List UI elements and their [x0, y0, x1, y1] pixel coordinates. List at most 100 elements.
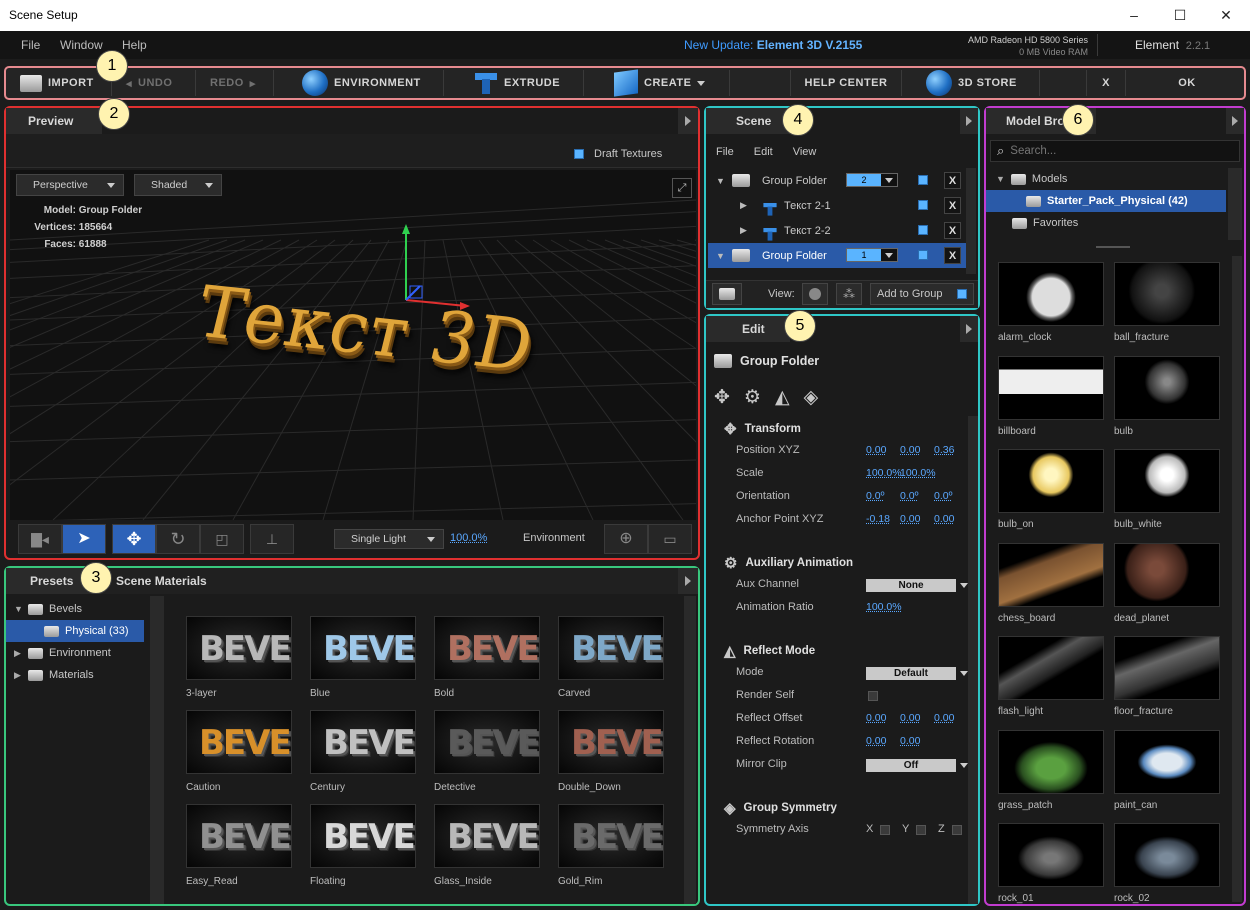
property-value[interactable]: 0.36	[934, 444, 954, 456]
preset-item[interactable]: BEVEL Detective	[434, 710, 540, 793]
preset-item[interactable]: BEVEL Gold_Rim	[558, 804, 664, 887]
camera-dropdown[interactable]: Perspective	[16, 174, 124, 196]
property-value[interactable]: 0.00	[934, 712, 954, 724]
property-value[interactable]: 0.00	[900, 735, 920, 747]
scrollbar[interactable]	[150, 596, 164, 904]
panel-menu-arrow[interactable]	[678, 568, 698, 594]
checkbox[interactable]	[957, 289, 967, 299]
preset-item[interactable]: BEVEL Glass_Inside	[434, 804, 540, 887]
section-header[interactable]: ✥ Transform	[724, 420, 801, 438]
menu-file[interactable]: File	[21, 38, 40, 52]
checkbox[interactable]	[574, 149, 584, 159]
scene-menu-file[interactable]: File	[716, 146, 734, 158]
property-value[interactable]: 100.0%	[866, 467, 902, 479]
scene-row[interactable]: ▶ Текст 2-1 X	[708, 193, 966, 218]
preset-item[interactable]: BEVEL Blue	[310, 616, 416, 699]
property-dropdown[interactable]: Default	[866, 667, 956, 680]
section-header[interactable]: ◈ Group Symmetry	[724, 799, 837, 817]
tab-edit[interactable]: Edit	[706, 316, 790, 342]
camera-icon[interactable]: ▇◂	[18, 524, 62, 554]
axis-checkbox[interactable]	[916, 825, 926, 835]
symmetry-icon[interactable]: ◈	[804, 386, 819, 409]
move-icon[interactable]: ✥	[112, 524, 156, 554]
property-value[interactable]: 0.0º	[900, 490, 918, 502]
preset-item[interactable]: BEVEL 3-layer	[186, 616, 292, 699]
caret-down-icon[interactable]: ▼	[996, 174, 1005, 184]
preset-item[interactable]: BEVEL Double_Down	[558, 710, 664, 793]
caret-right-icon[interactable]: ▶	[14, 670, 22, 681]
scrollbar[interactable]	[1232, 256, 1242, 902]
section-header[interactable]: ◭ Reflect Mode	[724, 642, 815, 660]
visibility-checkbox[interactable]	[918, 175, 928, 185]
property-dropdown[interactable]: Off	[866, 759, 956, 772]
preset-item[interactable]: BEVEL Bold	[434, 616, 540, 699]
tree-item[interactable]: Physical (33)	[6, 620, 144, 642]
property-value[interactable]: 0.0º	[934, 490, 952, 502]
3d-store-button[interactable]: 3D STORE	[918, 70, 1040, 96]
cancel-button[interactable]: X	[1086, 70, 1126, 96]
preset-item[interactable]: BEVEL Floating	[310, 804, 416, 887]
property-value[interactable]: 0.0º	[866, 490, 884, 502]
delete-button[interactable]: X	[944, 247, 961, 264]
delete-button[interactable]: X	[944, 172, 961, 189]
splitter[interactable]	[1096, 246, 1130, 248]
property-value[interactable]: 100.0%	[900, 467, 936, 479]
model-item[interactable]: ball_fracture	[1114, 262, 1220, 343]
light-dropdown[interactable]: Single Light	[334, 529, 444, 549]
axis-checkbox[interactable]	[952, 825, 962, 835]
panel-menu-arrow[interactable]	[1226, 108, 1244, 134]
model-item[interactable]: dead_planet	[1114, 542, 1220, 624]
preset-item[interactable]: BEVEL Carved	[558, 616, 664, 699]
delete-button[interactable]: X	[944, 222, 961, 239]
caret-right-icon[interactable]: ▶	[14, 648, 22, 659]
extrude-button[interactable]: EXTRUDE	[466, 70, 584, 96]
tree-item[interactable]: Favorites	[986, 212, 1226, 234]
model-item[interactable]: rock_01	[998, 823, 1104, 904]
visibility-checkbox[interactable]	[918, 200, 928, 210]
render-self-checkbox[interactable]	[868, 691, 878, 701]
maximize-button[interactable]: ☐	[1170, 7, 1190, 24]
draft-textures-toggle[interactable]: Draft Textures	[574, 148, 662, 160]
visibility-checkbox[interactable]	[918, 250, 928, 260]
model-item[interactable]: bulb	[1114, 355, 1220, 437]
property-value[interactable]: 0.00	[900, 444, 920, 456]
caret-right-icon[interactable]: ▶	[740, 200, 750, 211]
tree-item[interactable]: ▼ Models	[986, 168, 1226, 190]
property-value[interactable]: -0.18	[866, 513, 890, 525]
axis-checkbox[interactable]	[880, 825, 890, 835]
new-folder-button[interactable]	[712, 283, 742, 305]
search-input[interactable]	[1010, 145, 1211, 157]
anchor-icon[interactable]: ⊥	[250, 524, 294, 554]
property-dropdown[interactable]: None	[866, 579, 956, 592]
panel-menu-arrow[interactable]	[960, 316, 978, 342]
expand-icon[interactable]: ⤢	[672, 178, 692, 198]
scene-row[interactable]: ▼ Group Folder 1 X	[708, 243, 966, 268]
close-window-button[interactable]: ✕	[1216, 7, 1236, 24]
property-value[interactable]: 0.00	[900, 513, 920, 525]
gears-icon[interactable]: ⚙	[744, 386, 761, 409]
property-value[interactable]: 0.00	[934, 513, 954, 525]
scene-menu-edit[interactable]: Edit	[754, 146, 773, 158]
update-link[interactable]: New Update: Element 3D V.2155	[684, 38, 862, 52]
model-item[interactable]: paint_can	[1114, 729, 1220, 811]
scene-menu-view[interactable]: View	[793, 146, 817, 158]
model-item[interactable]: flash_light	[998, 636, 1104, 717]
view-sphere-button[interactable]	[802, 283, 828, 305]
model-item[interactable]: grass_patch	[998, 729, 1104, 811]
rotate-icon[interactable]: ↻	[156, 524, 200, 554]
preset-item[interactable]: BEVEL Caution	[186, 710, 292, 793]
shading-dropdown[interactable]: Shaded	[134, 174, 222, 196]
property-value[interactable]: 0.00	[866, 712, 886, 724]
minimize-button[interactable]: –	[1124, 7, 1144, 23]
view-particles-button[interactable]: ⁂	[836, 283, 862, 305]
panel-menu-arrow[interactable]	[960, 108, 978, 134]
scrollbar[interactable]	[1228, 168, 1242, 240]
model-item[interactable]: floor_fracture	[1114, 636, 1220, 717]
ok-button[interactable]: OK	[1132, 70, 1242, 96]
tree-item[interactable]: ▶ Materials	[6, 664, 144, 686]
property-value[interactable]: 0.00	[900, 712, 920, 724]
model-item[interactable]: bulb_on	[998, 449, 1104, 530]
preset-item[interactable]: BEVEL Century	[310, 710, 416, 793]
scene-row[interactable]: ▶ Текст 2-2 X	[708, 218, 966, 243]
preset-item[interactable]: BEVEL Easy_Read	[186, 804, 292, 887]
